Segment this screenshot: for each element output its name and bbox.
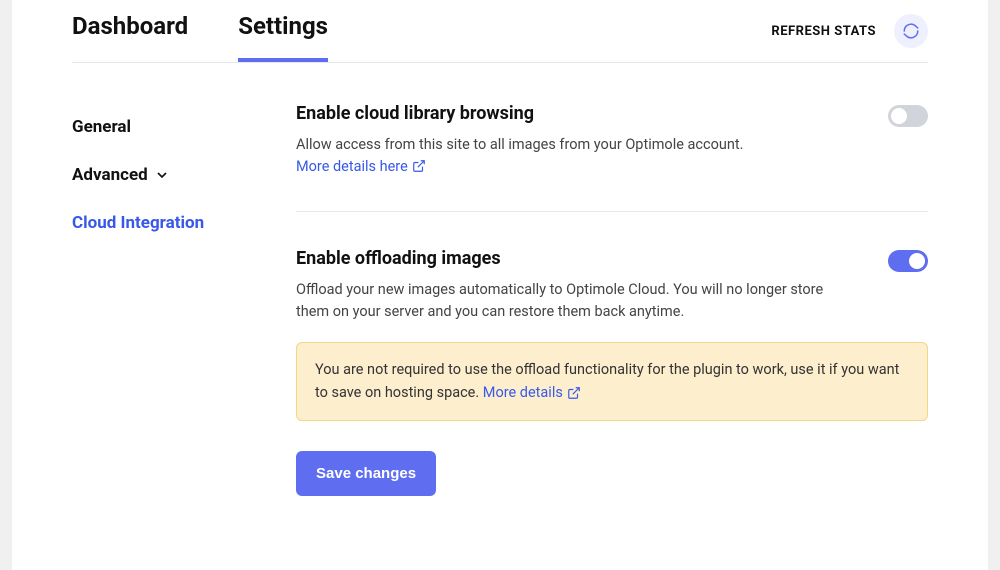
setting-desc: Allow access from this site to all image… <box>296 134 858 156</box>
external-link-icon <box>412 159 426 173</box>
sidebar-item-advanced[interactable]: Advanced <box>72 151 272 199</box>
more-details-link[interactable]: More details here <box>296 158 426 175</box>
offloading-toggle[interactable] <box>888 250 928 272</box>
tab-list: Dashboard Settings <box>72 12 328 62</box>
settings-sidebar: General Advanced Cloud Integration <box>72 103 272 532</box>
chevron-down-icon <box>154 167 170 183</box>
top-actions: REFRESH STATS <box>771 14 928 60</box>
link-label: More details here <box>296 158 408 175</box>
sidebar-item-general[interactable]: General <box>72 103 272 151</box>
setting-offloading: Enable offloading images Offload your ne… <box>296 248 928 532</box>
notice-text: You are not required to use the offload … <box>315 361 899 400</box>
notice-more-details-link[interactable]: More details <box>483 382 581 404</box>
refresh-icon-button[interactable] <box>894 14 928 48</box>
setting-title: Enable cloud library browsing <box>296 103 858 124</box>
save-changes-button[interactable]: Save changes <box>296 451 436 496</box>
tab-settings[interactable]: Settings <box>238 12 328 62</box>
tab-dashboard[interactable]: Dashboard <box>72 12 188 62</box>
cloud-library-toggle[interactable] <box>888 105 928 127</box>
offloading-notice: You are not required to use the offload … <box>296 342 928 421</box>
refresh-stats-link[interactable]: REFRESH STATS <box>771 24 876 39</box>
external-link-icon <box>567 386 581 400</box>
settings-content: Enable cloud library browsing Allow acce… <box>296 103 928 532</box>
sidebar-item-label: Advanced <box>72 165 148 185</box>
setting-cloud-library: Enable cloud library browsing Allow acce… <box>296 103 928 212</box>
refresh-icon <box>902 22 920 40</box>
link-label: More details <box>483 382 563 404</box>
setting-title: Enable offloading images <box>296 248 858 269</box>
setting-desc: Offload your new images automatically to… <box>296 279 858 323</box>
top-tabs-row: Dashboard Settings REFRESH STATS <box>72 0 928 63</box>
sidebar-item-cloud-integration[interactable]: Cloud Integration <box>72 199 272 247</box>
